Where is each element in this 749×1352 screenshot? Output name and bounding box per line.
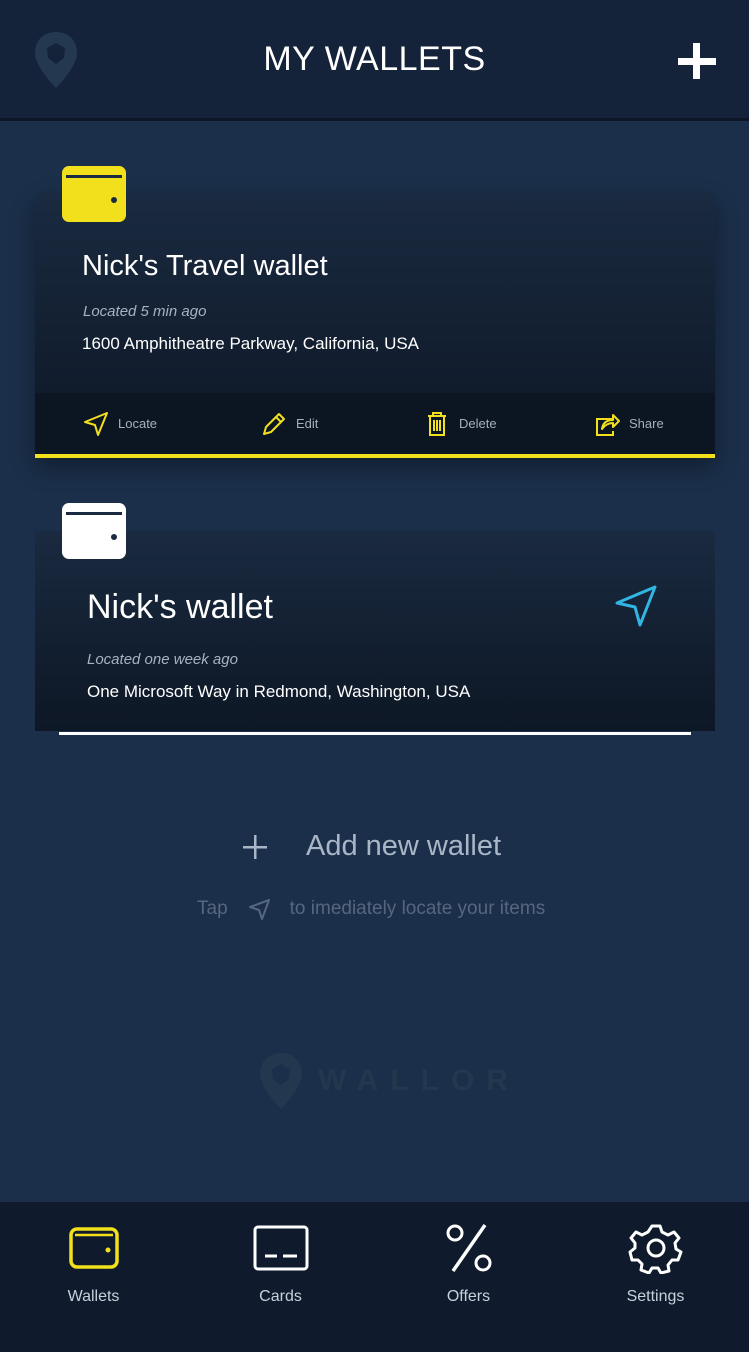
wallor-watermark: WALLOR bbox=[258, 1047, 520, 1115]
wallor-brand-text: WALLOR bbox=[318, 1064, 520, 1097]
share-label: Share bbox=[629, 416, 664, 431]
page-title: MY WALLETS bbox=[263, 40, 486, 78]
locate-icon bbox=[248, 899, 270, 920]
tab-wallets[interactable]: Wallets bbox=[0, 1202, 187, 1352]
share-button[interactable]: Share bbox=[593, 393, 664, 454]
wallet-icon bbox=[62, 503, 126, 559]
wallor-logo-icon bbox=[260, 1053, 302, 1109]
wallet-actions-bar: Locate Edit Delete Share bbox=[35, 393, 715, 454]
tab-offers-label: Offers bbox=[446, 1288, 491, 1305]
wallet-located-time: Located one week ago bbox=[87, 651, 238, 668]
tab-wallets-label: Wallets bbox=[67, 1288, 120, 1305]
hint-text: to imediately locate your items bbox=[289, 898, 546, 919]
add-new-wallet-label: Add new wallet bbox=[306, 830, 502, 862]
edit-label: Edit bbox=[296, 416, 319, 431]
wallet-name: Nick's Travel wallet bbox=[82, 250, 328, 282]
tab-cards[interactable]: Cards bbox=[187, 1202, 374, 1352]
wallet-icon bbox=[62, 166, 126, 222]
card-icon bbox=[253, 1225, 308, 1271]
locate-hint: Tap to imediately locate your items bbox=[197, 897, 545, 921]
wallet-card-travel[interactable]: Nick's Travel wallet Located 5 min ago 1… bbox=[35, 193, 715, 458]
hint-tap-label: Tap bbox=[197, 898, 228, 919]
trash-icon bbox=[428, 411, 446, 436]
wallet-tab-icon bbox=[68, 1227, 119, 1269]
wallet-card-nick[interactable]: Nick's wallet Located one week ago One M… bbox=[35, 531, 715, 731]
tab-settings-label: Settings bbox=[626, 1288, 685, 1305]
delete-label: Delete bbox=[459, 416, 497, 431]
locate-icon[interactable] bbox=[613, 583, 659, 629]
edit-button[interactable]: Edit bbox=[260, 393, 318, 454]
delete-button[interactable]: Delete bbox=[423, 393, 497, 454]
percent-icon bbox=[446, 1224, 491, 1272]
share-icon bbox=[596, 413, 620, 436]
wallet-accent-line bbox=[35, 454, 715, 458]
locate-icon bbox=[84, 411, 108, 436]
wallet-address: One Microsoft Way in Redmond, Washington… bbox=[87, 682, 471, 701]
top-bar: MY WALLETS bbox=[0, 0, 749, 121]
add-new-wallet-button[interactable]: Add new wallet bbox=[240, 830, 501, 863]
bottom-tab-bar: Wallets Cards Offers Settings bbox=[0, 1202, 749, 1352]
tab-cards-label: Cards bbox=[259, 1288, 302, 1305]
wallet-located-time: Located 5 min ago bbox=[83, 303, 207, 320]
locate-label: Locate bbox=[118, 416, 158, 431]
add-wallet-button[interactable] bbox=[677, 41, 717, 81]
tab-offers[interactable]: Offers bbox=[375, 1202, 562, 1352]
wallet-address: 1600 Amphitheatre Parkway, California, U… bbox=[82, 334, 420, 353]
plus-icon bbox=[243, 834, 267, 859]
pencil-icon bbox=[263, 412, 285, 435]
tab-settings[interactable]: Settings bbox=[562, 1202, 749, 1352]
locate-button[interactable]: Locate bbox=[82, 393, 157, 454]
wallet-accent-line bbox=[59, 732, 691, 735]
wallet-name: Nick's wallet bbox=[87, 588, 273, 626]
gear-icon bbox=[628, 1224, 682, 1274]
